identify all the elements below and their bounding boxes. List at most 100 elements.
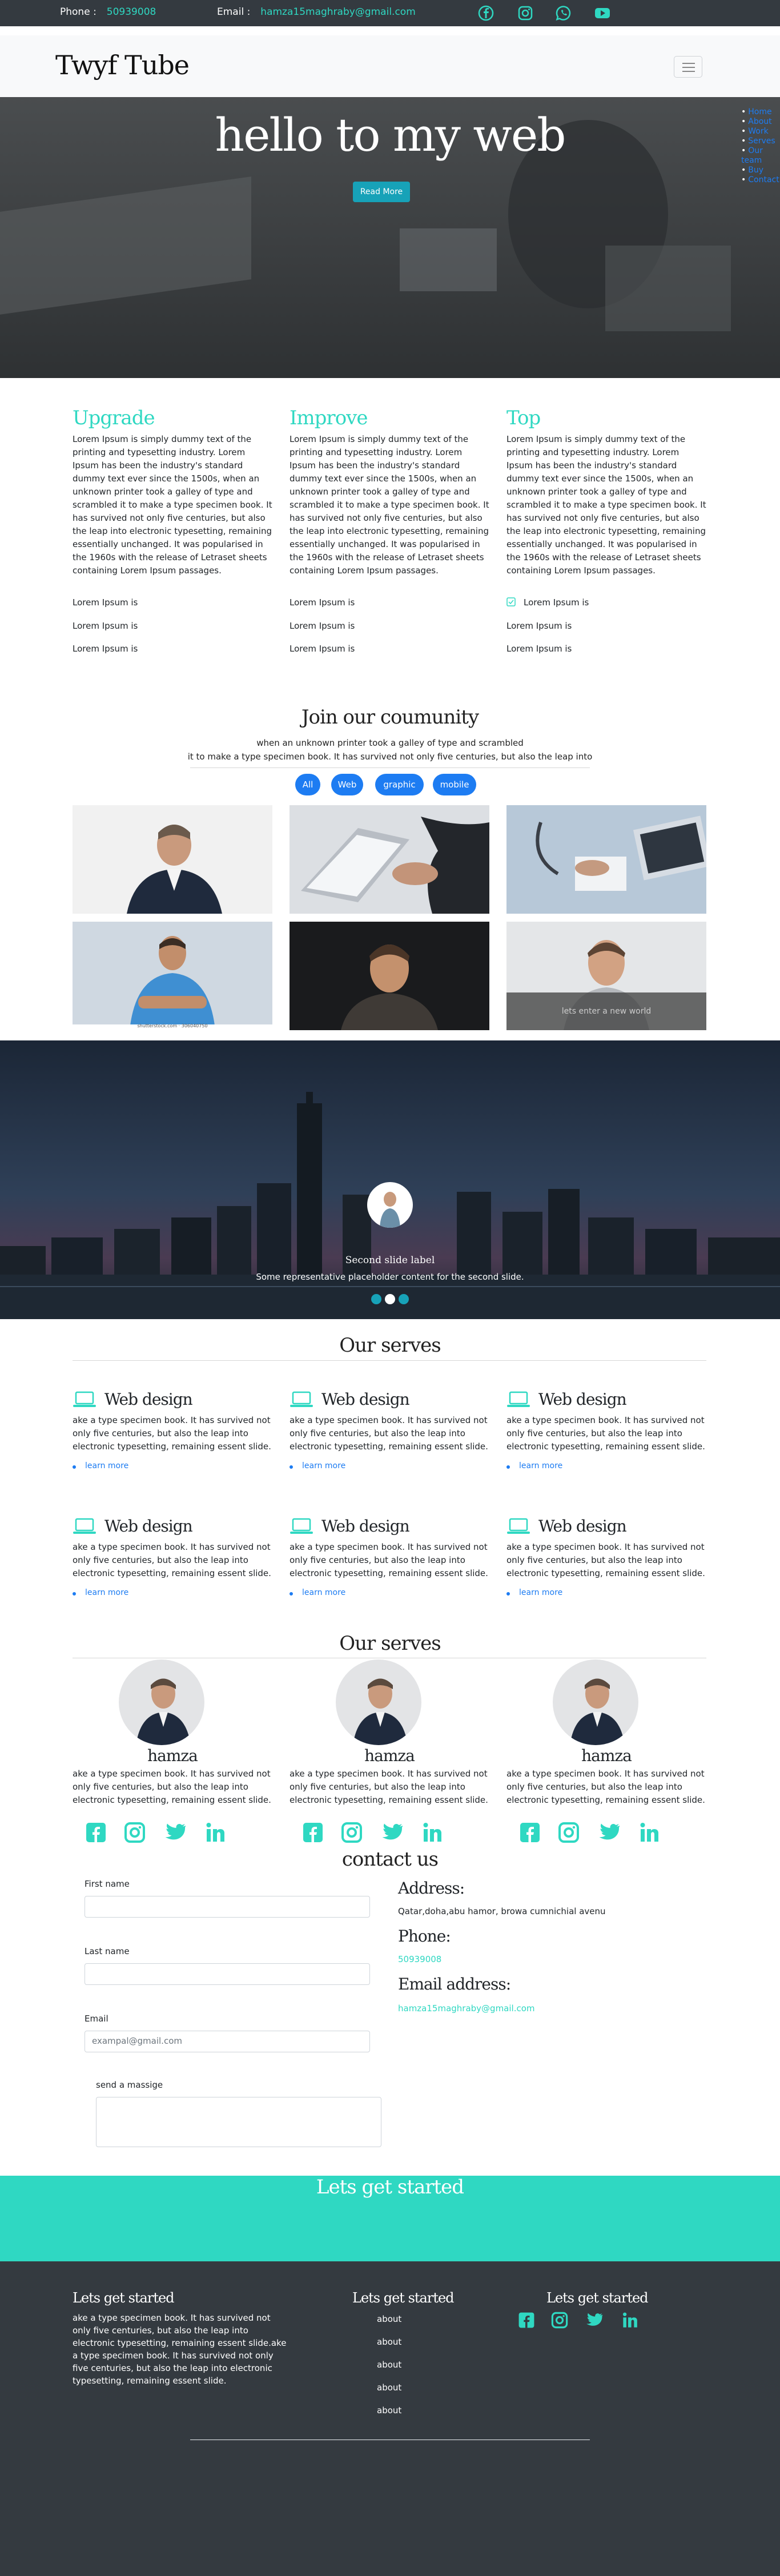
service-card: Web design ake a type specimen book. It …	[73, 1390, 272, 1470]
community-subtitle: it to make a type specimen book. It has …	[187, 751, 593, 762]
slide-caption-title: Second slide label	[345, 1255, 435, 1266]
footer-heading: Lets get started	[546, 2290, 649, 2306]
side-nav-item-team[interactable]: Our team	[741, 146, 780, 166]
carousel-indicator-1[interactable]	[371, 1294, 381, 1304]
email-link[interactable]: hamza15maghraby@gmail.com	[260, 6, 415, 18]
feature-item: Lorem Ipsum is	[506, 621, 572, 631]
hero-title: hello to my web	[215, 108, 566, 162]
learn-more-link[interactable]: learn more	[290, 1588, 489, 1597]
twitter-icon[interactable]	[598, 1822, 621, 1843]
address-value: Qatar,doha,abu hamor, browa cumnichial a…	[398, 1906, 606, 1916]
side-nav-item-work[interactable]: Work	[741, 127, 780, 136]
linkedin-icon[interactable]	[205, 1822, 227, 1843]
facebook-icon[interactable]	[518, 2312, 535, 2329]
member-social-links	[85, 1822, 234, 1847]
image-carousel: Second slide label Some representative p…	[0, 1040, 780, 1319]
contact-email-link[interactable]: hamza15maghraby@gmail.com	[398, 2003, 535, 2014]
gallery-photo[interactable]: shutterstock.com · 306040750	[73, 922, 272, 1030]
twitter-icon[interactable]	[381, 1822, 404, 1843]
feature-title: Improve	[290, 407, 368, 429]
feature-item: Lorem Ipsum is	[73, 644, 138, 654]
community-subtitle: when an unknown printer took a galley of…	[256, 738, 524, 748]
member-bio: ake a type specimen book. It has survive…	[506, 1769, 705, 1805]
linkedin-icon[interactable]	[622, 2312, 639, 2329]
youtube-icon[interactable]	[594, 5, 611, 22]
twitter-icon[interactable]	[164, 1822, 187, 1843]
email-heading: Email address:	[398, 1975, 511, 1994]
member-bio: ake a type specimen book. It has survive…	[290, 1769, 488, 1805]
instagram-icon[interactable]	[558, 1822, 580, 1843]
facebook-icon[interactable]	[85, 1822, 107, 1843]
laptop-icon	[290, 1518, 313, 1534]
email-field[interactable]: exampal@gmail.com	[85, 2031, 370, 2052]
footer-link-about[interactable]: about	[377, 2405, 401, 2416]
slide-caption-text: Some representative placeholder content …	[256, 1272, 524, 1282]
last-name-input[interactable]	[85, 1963, 370, 1985]
feature-title: Top	[506, 407, 541, 429]
instagram-icon[interactable]	[124, 1822, 146, 1843]
message-label: send a massige	[96, 2080, 163, 2090]
phone-link[interactable]: 50939008	[107, 6, 156, 18]
hamburger-icon[interactable]	[674, 56, 702, 78]
first-name-input[interactable]	[85, 1896, 370, 1918]
carousel-indicator-2[interactable]	[385, 1294, 395, 1304]
photo-overlay-caption: lets enter a new world	[506, 992, 706, 1030]
carousel-indicator-3[interactable]	[399, 1294, 409, 1304]
site-brand[interactable]: Twyf Tube	[55, 50, 190, 81]
filter-button-mobile[interactable]: mobile	[433, 774, 476, 795]
learn-more-link[interactable]: learn more	[290, 1461, 489, 1470]
side-nav-item-home[interactable]: Home	[741, 107, 780, 117]
side-nav-item-serves[interactable]: Serves	[741, 136, 780, 146]
feature-item: Lorem Ipsum is	[73, 597, 138, 608]
footer-link-about[interactable]: about	[377, 2382, 401, 2393]
linkedin-icon[interactable]	[422, 1822, 444, 1843]
facebook-icon[interactable]	[519, 1822, 541, 1843]
learn-more-link[interactable]: learn more	[73, 1588, 272, 1597]
gallery-photo[interactable]: lets enter a new world	[506, 922, 706, 1030]
footer-link-about[interactable]: about	[377, 2337, 401, 2347]
linkedin-icon[interactable]	[639, 1822, 661, 1843]
member-photo	[136, 1678, 191, 1745]
member-name: hamza	[581, 1746, 632, 1765]
email-info: Email : hamza15maghraby@gmail.com	[217, 6, 416, 18]
service-text: ake a type specimen book. It has survive…	[73, 1415, 271, 1452]
footer-link-about[interactable]: about	[377, 2360, 401, 2370]
feature-column: Upgrade Lorem Ipsum is simply dummy text…	[73, 407, 272, 577]
service-text: ake a type specimen book. It has survive…	[506, 1542, 705, 1578]
filter-button-graphic[interactable]: graphic	[375, 774, 424, 795]
phone-heading: Phone:	[398, 1927, 451, 1946]
service-card: Web design ake a type specimen book. It …	[506, 1517, 706, 1597]
read-more-button[interactable]: Read More	[353, 182, 410, 202]
learn-more-link[interactable]: learn more	[73, 1461, 272, 1470]
side-nav-item-about[interactable]: About	[741, 117, 780, 127]
gallery-photo[interactable]	[290, 922, 489, 1030]
slide-avatar	[367, 1182, 413, 1228]
side-nav-menu: Home About Work Serves Our team Buy Cont…	[741, 107, 780, 185]
filter-button-web[interactable]: Web	[331, 774, 363, 795]
facebook-icon[interactable]	[477, 5, 494, 22]
footer-heading: Lets get started	[352, 2290, 455, 2306]
member-name: hamza	[364, 1746, 415, 1765]
learn-more-link[interactable]: learn more	[506, 1461, 706, 1470]
instagram-icon[interactable]	[551, 2312, 568, 2329]
side-nav-item-contact[interactable]: Contact	[741, 175, 780, 185]
hero-banner: hello to my web Read More Home About Wor…	[0, 97, 780, 378]
whatsapp-icon[interactable]	[555, 5, 572, 22]
member-bio: ake a type specimen book. It has survive…	[73, 1769, 271, 1805]
twitter-icon[interactable]	[585, 2312, 604, 2329]
gallery-photo[interactable]	[506, 805, 706, 914]
service-text: ake a type specimen book. It has survive…	[290, 1415, 488, 1452]
gallery-photo[interactable]	[73, 805, 272, 914]
filter-button-all[interactable]: All	[295, 774, 320, 795]
message-textarea[interactable]	[96, 2097, 381, 2147]
instagram-icon[interactable]	[517, 5, 534, 22]
contact-phone-link[interactable]: 50939008	[398, 1954, 441, 1964]
service-card: Web design ake a type specimen book. It …	[506, 1390, 706, 1470]
gallery-photo[interactable]	[290, 805, 489, 914]
instagram-icon[interactable]	[341, 1822, 363, 1843]
side-nav-item-buy[interactable]: Buy	[741, 166, 780, 175]
man-portrait-photo	[341, 945, 438, 1030]
footer-link-about[interactable]: about	[377, 2314, 401, 2324]
learn-more-link[interactable]: learn more	[506, 1588, 706, 1597]
facebook-icon[interactable]	[302, 1822, 324, 1843]
